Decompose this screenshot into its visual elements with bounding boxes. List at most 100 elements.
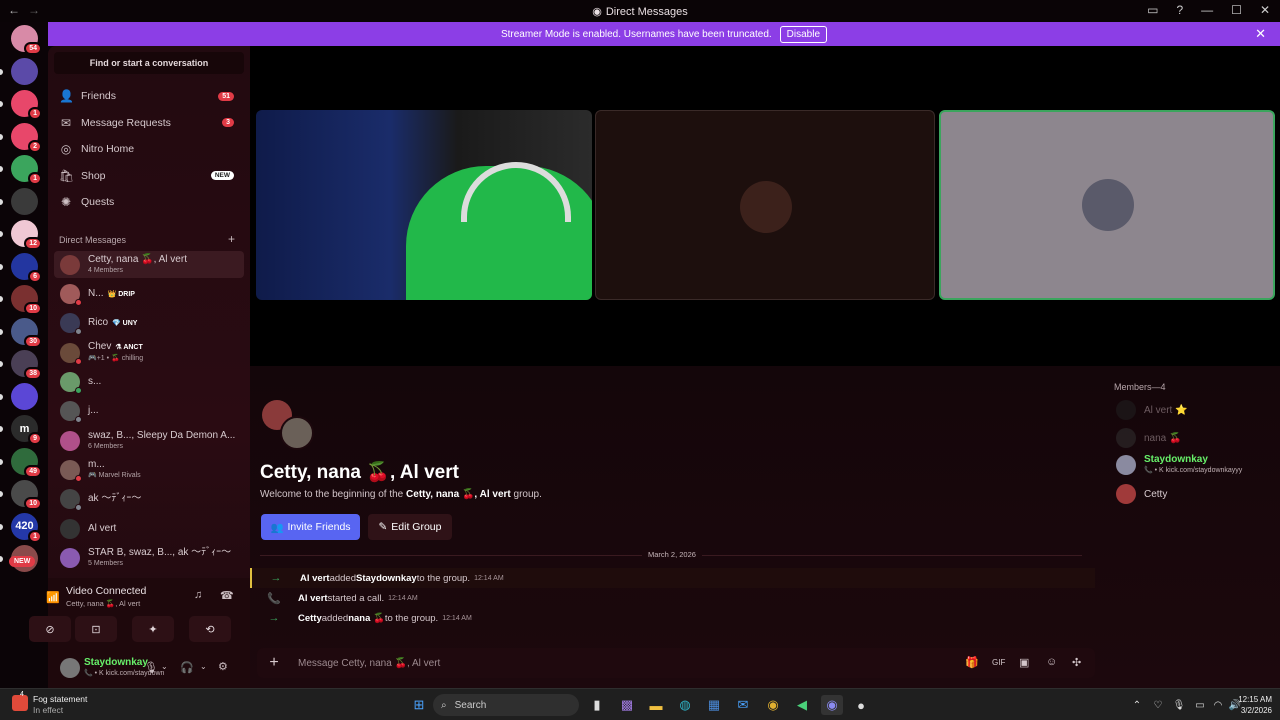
voice-status[interactable]: Video Connected — [66, 585, 146, 597]
maximize-button[interactable]: ☐ — [1231, 3, 1242, 17]
member-item[interactable]: Staydownkay 📞 • K kick.com/staydownkayyy — [1114, 454, 1242, 476]
message-target[interactable]: Staydownkay — [356, 573, 417, 584]
server-icon[interactable]: 54 — [11, 25, 42, 55]
server-icon[interactable]: 10 — [11, 480, 42, 510]
server-icon[interactable] — [11, 187, 38, 215]
disconnect-icon[interactable]: ☎ — [220, 589, 234, 602]
server-icon[interactable]: 49 — [11, 447, 42, 478]
message-input[interactable]: Message Cetty, nana 🍒, Al vert — [298, 658, 440, 669]
server-icon[interactable]: 10 — [11, 285, 42, 315]
disable-button[interactable]: Disable — [779, 25, 828, 43]
app-icon[interactable]: ◀ — [791, 695, 813, 715]
headphones-icon[interactable]: 🎧 — [180, 661, 194, 674]
video-tile-2[interactable] — [595, 110, 935, 300]
username[interactable]: Staydownkay — [84, 657, 148, 668]
chrome-icon[interactable]: ◉ — [762, 695, 784, 715]
count-badge: 51 — [218, 91, 234, 101]
server-icon[interactable]: 38 — [11, 350, 42, 380]
activities-button[interactable]: ✦ — [132, 616, 174, 642]
chevron-up-icon[interactable]: ⌃ — [1126, 695, 1148, 715]
edit-group-button[interactable]: ✎ Edit Group — [368, 514, 452, 540]
network-icon[interactable]: ♡ — [1147, 695, 1169, 715]
screen-share-button[interactable]: ⊡ — [75, 616, 117, 642]
server-icon[interactable]: 30 — [11, 317, 42, 348]
message-actor[interactable]: Cetty — [298, 613, 322, 624]
taskbar-search[interactable]: ⌕ Search — [433, 694, 579, 716]
close-banner-icon[interactable]: ✕ — [1255, 26, 1266, 42]
member-item[interactable]: Cetty — [1114, 484, 1167, 504]
dm-item[interactable]: m... 🎮 Marvel Rivals — [54, 456, 244, 483]
dm-item[interactable]: Al vert — [54, 515, 244, 542]
mail-icon[interactable]: ✉ — [732, 695, 754, 715]
invite-friends-button[interactable]: 👥 Invite Friends — [261, 514, 360, 540]
sticker-icon[interactable]: ▣ — [1019, 656, 1029, 669]
create-dm-icon[interactable]: + — [228, 232, 235, 246]
dm-item[interactable]: j... — [54, 397, 244, 424]
app-icon[interactable]: ▩ — [616, 695, 638, 715]
unread-pip — [0, 263, 3, 270]
message-composer[interactable]: + Message Cetty, nana 🍒, Al vert 🎁 GIF ▣… — [257, 648, 1095, 678]
mic-tray-icon[interactable]: 🎙 — [1168, 695, 1190, 715]
message-actor[interactable]: Al vert — [298, 593, 328, 604]
gif-icon[interactable]: GIF — [992, 658, 1005, 667]
message-text: started a call. — [327, 592, 385, 604]
nav-quests[interactable]: ✺ Quests — [54, 190, 244, 214]
server-icon[interactable] — [11, 382, 38, 410]
nav-label: Shop — [81, 169, 106, 182]
server-icon[interactable]: 6 — [11, 252, 42, 283]
file-explorer-icon[interactable]: ▬ — [645, 695, 667, 715]
voice-channel[interactable]: Cetty, nana 🍒, Al vert — [66, 599, 140, 608]
edge-icon[interactable]: ◍ — [674, 695, 696, 715]
dm-item[interactable]: ak ～ﾃﾞｨｰ～ — [54, 485, 244, 512]
server-icon[interactable]: m9 — [11, 415, 42, 445]
video-tile-3[interactable] — [939, 110, 1275, 300]
member-item[interactable]: Al vert ⭐ — [1114, 400, 1188, 420]
server-icon[interactable]: 2 — [11, 122, 42, 153]
message-target[interactable]: nana 🍒 — [348, 613, 385, 624]
gift-icon[interactable]: 🎁 — [965, 656, 979, 669]
dm-item[interactable]: s... — [54, 368, 244, 395]
settings-gear-icon[interactable]: ⚙ — [218, 660, 228, 673]
inbox-icon[interactable]: ▭ — [1147, 3, 1158, 17]
server-icon[interactable]: 12 — [11, 220, 42, 250]
windows-start-icon[interactable]: ⊞ — [408, 695, 430, 715]
soundboard-button[interactable]: ⟲ — [189, 616, 231, 642]
dm-item[interactable]: STAR B, swaz, B..., ak ～ﾃﾞｨｰ～ 5 Members — [54, 544, 244, 571]
video-off-button[interactable]: ⊘ — [29, 616, 71, 642]
minimize-button[interactable]: — — [1201, 3, 1213, 17]
emoji-icon[interactable]: ☺ — [1046, 656, 1057, 668]
nav-nitro-home[interactable]: ◎ Nitro Home — [54, 137, 244, 161]
weather-widget[interactable]: 4 Fog statement In effect — [12, 691, 122, 717]
apps-icon[interactable]: ✣ — [1072, 656, 1081, 669]
find-conversation-button[interactable]: Find or start a conversation — [54, 52, 244, 74]
server-icon[interactable]: 420 1 — [11, 512, 42, 543]
video-tile-1[interactable] — [256, 110, 592, 300]
obs-icon[interactable]: ● — [850, 695, 872, 715]
discord-taskbar-icon[interactable]: ◉ — [821, 695, 843, 715]
dm-item[interactable]: Rico 💎 UNY — [54, 309, 244, 336]
dm-item[interactable]: Chev ⚗ ANCT 🎮+1 • 🍒 chilling — [54, 339, 244, 366]
task-view-icon[interactable]: ▮ — [586, 695, 608, 715]
chevron-down-icon[interactable]: ⌄ — [161, 662, 168, 671]
nav-shop[interactable]: 🛍 Shop NEW — [54, 164, 244, 188]
nav-message-requests[interactable]: ✉ Message Requests 3 — [54, 111, 244, 135]
close-window-button[interactable]: ✕ — [1260, 3, 1270, 17]
soundboard-icon[interactable]: ♫ — [194, 589, 202, 601]
dm-item[interactable]: swaz, B..., Sleepy Da Demon A... 6 Member… — [54, 427, 244, 454]
attach-plus-icon[interactable]: + — [257, 654, 291, 672]
server-icon[interactable]: 1 — [11, 155, 42, 185]
message-actor[interactable]: Al vert — [300, 573, 330, 584]
store-icon[interactable]: ▦ — [703, 695, 725, 715]
user-avatar[interactable] — [60, 658, 80, 678]
dm-item[interactable]: Cetty, nana 🍒, Al vert 4 Members — [54, 251, 244, 278]
dm-name: N... — [88, 287, 104, 299]
chevron-down-icon[interactable]: ⌄ — [200, 662, 207, 671]
member-item[interactable]: nana 🍒 — [1114, 428, 1181, 448]
server-icon[interactable] — [11, 57, 38, 85]
clock[interactable]: 12:15 AM 3/2/2026 — [1224, 694, 1272, 716]
help-icon[interactable]: ? — [1176, 3, 1183, 17]
server-icon[interactable]: 1 — [11, 90, 42, 120]
nav-friends[interactable]: 👤 Friends 51 — [54, 84, 244, 108]
microphone-icon[interactable]: 🎙 — [144, 661, 158, 674]
dm-item[interactable]: N... 👑 DRIP — [54, 280, 244, 307]
